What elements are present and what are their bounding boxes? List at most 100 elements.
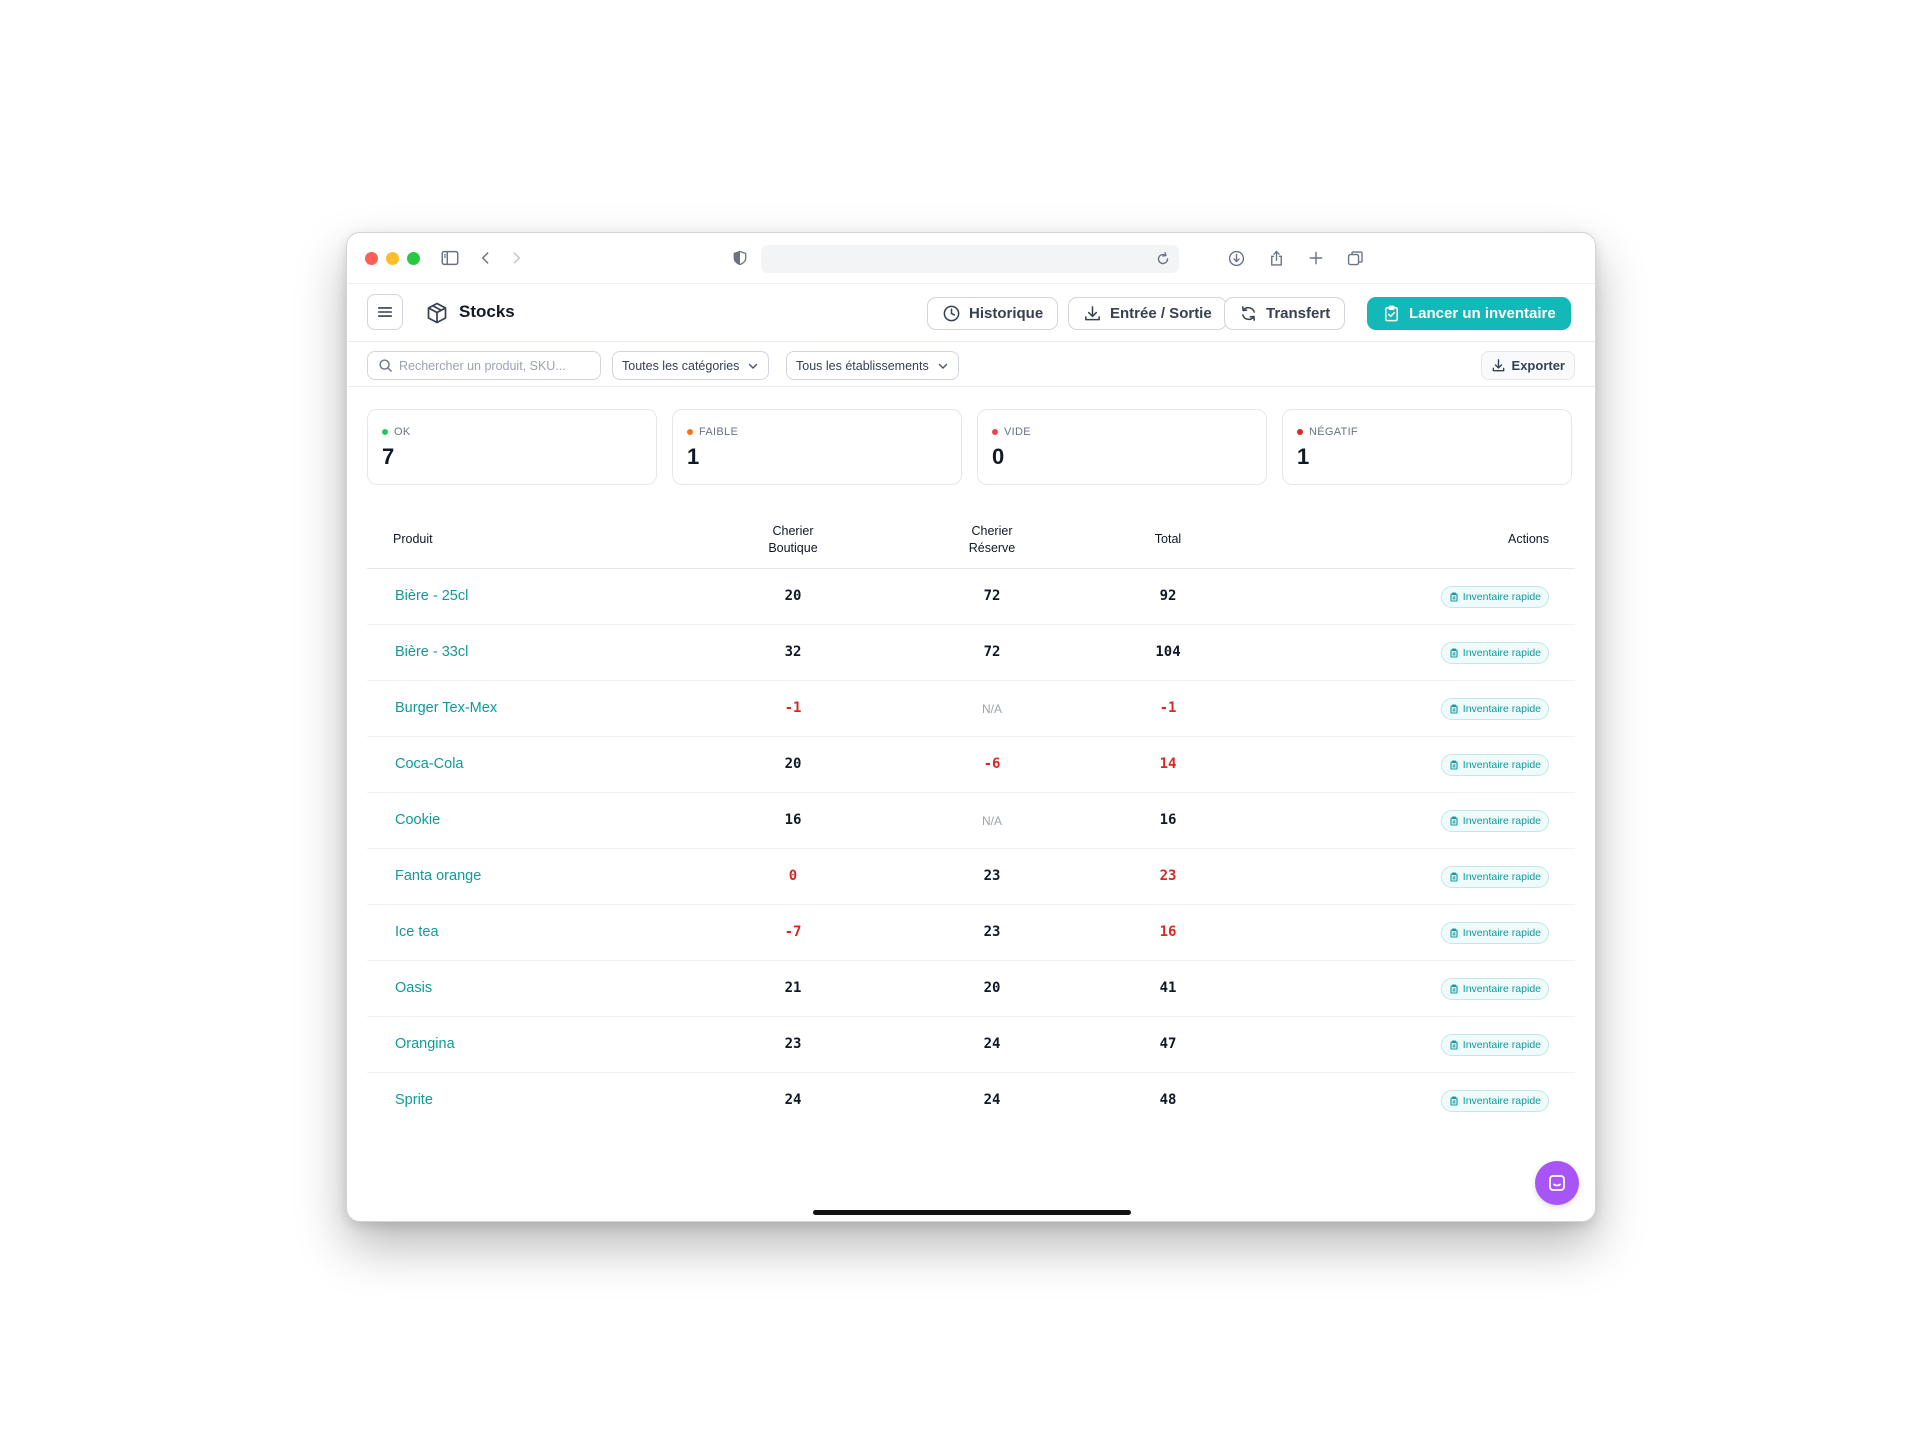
quick-inventory-label: Inventaire rapide xyxy=(1462,871,1541,883)
quick-inventory-label: Inventaire rapide xyxy=(1462,759,1541,771)
stat-value: 1 xyxy=(1297,444,1310,469)
quick-inventory-button[interactable]: Inventaire rapide xyxy=(1440,1034,1549,1056)
quick-inventory-button[interactable]: Inventaire rapide xyxy=(1440,586,1549,608)
search-field[interactable] xyxy=(367,351,601,380)
app-header: Stocks Historique Entrée / Sortie Transf… xyxy=(347,283,1595,341)
quick-inventory-button[interactable]: Inventaire rapide xyxy=(1440,810,1549,832)
category-select[interactable]: Toutes les catégories xyxy=(612,351,770,380)
column-header-line: Boutique xyxy=(768,541,818,555)
total-quantity: 41 xyxy=(1159,980,1177,996)
tab-overview-icon[interactable] xyxy=(1344,247,1366,269)
total-quantity: 47 xyxy=(1159,1036,1177,1052)
quick-inventory-button[interactable]: Inventaire rapide xyxy=(1440,1090,1549,1112)
stat-label: OK xyxy=(382,426,411,438)
total-quantity: 48 xyxy=(1159,1092,1177,1108)
chat-icon xyxy=(1549,1175,1565,1191)
reserve-quantity: 23 xyxy=(983,924,1001,940)
table-row[interactable]: Sprite 24 24 48 Inventaire rapide xyxy=(367,1073,1575,1129)
in-out-button[interactable]: Entrée / Sortie xyxy=(1068,297,1227,330)
product-link[interactable]: Oasis xyxy=(395,980,432,996)
quick-inventory-button[interactable]: Inventaire rapide xyxy=(1440,978,1549,1000)
maximize-window-button[interactable] xyxy=(407,252,420,265)
table-row[interactable]: Bière - 25cl 20 72 92 Inventaire rapide xyxy=(367,569,1575,625)
column-header-line: Cherier xyxy=(971,524,1013,538)
status-dot-icon xyxy=(687,429,693,435)
total-quantity: 16 xyxy=(1159,812,1177,828)
chat-launcher-button[interactable] xyxy=(1535,1161,1579,1205)
total-quantity: 16 xyxy=(1159,924,1177,940)
share-icon[interactable] xyxy=(1265,247,1287,269)
search-input[interactable] xyxy=(399,358,589,373)
product-link[interactable]: Burger Tex-Mex xyxy=(395,700,497,716)
reserve-quantity: 72 xyxy=(983,644,1001,660)
page-title: Stocks xyxy=(459,302,515,321)
column-header-product[interactable]: Produit xyxy=(393,531,433,548)
forward-icon[interactable] xyxy=(505,247,527,269)
back-icon[interactable] xyxy=(475,247,497,269)
table-row[interactable]: Burger Tex-Mex -1 N/A -1 Inventaire rapide xyxy=(367,681,1575,737)
stat-label: FAIBLE xyxy=(687,426,738,438)
new-tab-icon[interactable] xyxy=(1305,247,1327,269)
reserve-quantity: 20 xyxy=(983,980,1001,996)
clock-icon xyxy=(943,305,960,322)
status-dot-icon xyxy=(1297,429,1303,435)
product-link[interactable]: Orangina xyxy=(395,1036,455,1052)
address-bar[interactable] xyxy=(761,245,1179,273)
quick-inventory-button[interactable]: Inventaire rapide xyxy=(1440,754,1549,776)
privacy-shield-icon[interactable] xyxy=(729,247,751,269)
transfer-button-label: Transfert xyxy=(1266,305,1331,322)
export-button[interactable]: Exporter xyxy=(1480,351,1575,380)
total-quantity: 92 xyxy=(1159,588,1177,604)
product-link[interactable]: Ice tea xyxy=(395,924,439,940)
table-row[interactable]: Coca-Cola 20 -6 14 Inventaire rapide xyxy=(367,737,1575,793)
column-header-line: Cherier xyxy=(772,524,814,538)
history-button[interactable]: Historique xyxy=(927,297,1059,330)
stat-card-low[interactable]: FAIBLE 1 xyxy=(672,409,962,485)
table-row[interactable]: Oasis 21 20 41 Inventaire rapide xyxy=(367,961,1575,1017)
minimize-window-button[interactable] xyxy=(386,252,399,265)
table-header: Produit Cherier Boutique Cherier Réserve… xyxy=(367,511,1575,569)
reserve-quantity: 24 xyxy=(983,1036,1001,1052)
sidebar-toggle-icon[interactable] xyxy=(439,247,461,269)
close-window-button[interactable] xyxy=(365,252,378,265)
product-link[interactable]: Bière - 25cl xyxy=(395,588,468,604)
table-row[interactable]: Ice tea -7 23 16 Inventaire rapide xyxy=(367,905,1575,961)
column-header-line: Réserve xyxy=(968,541,1016,555)
table-row[interactable]: Orangina 23 24 47 Inventaire rapide xyxy=(367,1017,1575,1073)
table-row[interactable]: Fanta orange 0 23 23 Inventaire rapide xyxy=(367,849,1575,905)
menu-button[interactable] xyxy=(367,294,403,330)
quick-inventory-button[interactable]: Inventaire rapide xyxy=(1440,866,1549,888)
hamburger-icon xyxy=(377,307,393,317)
start-inventory-button[interactable]: Lancer un inventaire xyxy=(1367,297,1571,330)
quick-inventory-button[interactable]: Inventaire rapide xyxy=(1440,698,1549,720)
product-link[interactable]: Sprite xyxy=(395,1092,433,1108)
quick-inventory-button[interactable]: Inventaire rapide xyxy=(1440,642,1549,664)
establishment-select[interactable]: Tous les établissements xyxy=(786,351,959,380)
reserve-quantity: N/A xyxy=(981,702,1002,716)
quick-inventory-button[interactable]: Inventaire rapide xyxy=(1440,922,1549,944)
stat-card-empty[interactable]: VIDE 0 xyxy=(977,409,1267,485)
downloads-icon[interactable] xyxy=(1225,247,1247,269)
table-row[interactable]: Bière - 33cl 32 72 104 Inventaire rapide xyxy=(367,625,1575,681)
product-link[interactable]: Cookie xyxy=(395,812,440,828)
quick-inventory-label: Inventaire rapide xyxy=(1462,927,1541,939)
clipboard-icon xyxy=(1450,816,1458,826)
reload-icon[interactable] xyxy=(1155,251,1171,267)
reserve-quantity: 23 xyxy=(983,868,1001,884)
column-header-boutique[interactable]: Cherier Boutique xyxy=(753,523,833,557)
product-link[interactable]: Coca-Cola xyxy=(395,756,464,772)
column-header-reserve[interactable]: Cherier Réserve xyxy=(952,523,1032,557)
window-controls xyxy=(365,252,420,265)
boutique-quantity: -7 xyxy=(784,924,802,940)
total-quantity: -1 xyxy=(1159,700,1177,716)
transfer-button[interactable]: Transfert xyxy=(1224,297,1346,330)
boutique-quantity: -1 xyxy=(784,700,802,716)
stat-card-negative[interactable]: NÉGATIF 1 xyxy=(1282,409,1572,485)
quick-inventory-label: Inventaire rapide xyxy=(1462,1095,1541,1107)
product-link[interactable]: Bière - 33cl xyxy=(395,644,468,660)
download-icon xyxy=(1492,359,1504,372)
table-row[interactable]: Cookie 16 N/A 16 Inventaire rapide xyxy=(367,793,1575,849)
column-header-total[interactable]: Total xyxy=(1128,531,1208,548)
product-link[interactable]: Fanta orange xyxy=(395,868,481,884)
stat-card-ok[interactable]: OK 7 xyxy=(367,409,657,485)
